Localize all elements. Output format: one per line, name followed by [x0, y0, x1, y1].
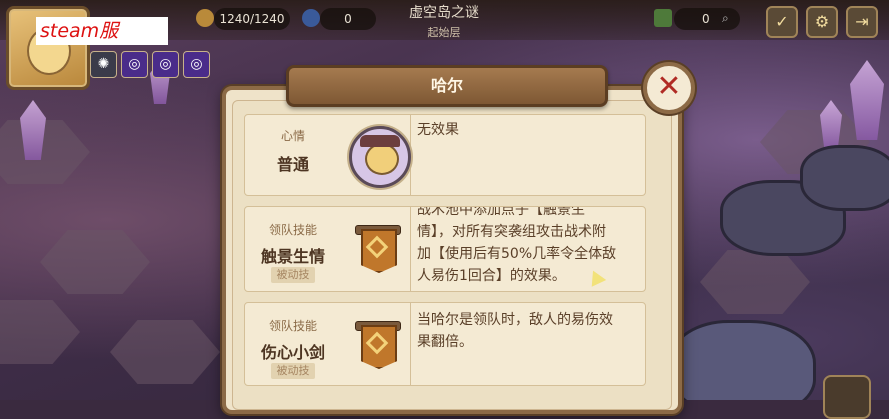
- passive-tag: 被动技: [271, 363, 315, 379]
- quest-button[interactable]: ✓: [766, 6, 798, 38]
- skill-desc: 当哈尔是领队时，敌人的易伤效 果翻倍。: [417, 309, 637, 353]
- gem-counter: 0: [320, 8, 376, 30]
- corner-action-button[interactable]: [823, 375, 871, 419]
- map-title: 虚空岛之谜: [409, 5, 479, 21]
- skill-row: 领队技能 伤心小剑 被动技 当哈尔是领队时，敌人的易伤效 果翻倍。: [244, 302, 646, 386]
- gear-icon: ⚙: [814, 12, 830, 31]
- map-subtitle: 起始层: [427, 26, 461, 39]
- portrait-hat: [360, 135, 400, 147]
- hex-tile: [110, 320, 220, 384]
- buff-icon-sun[interactable]: ✺: [90, 51, 117, 78]
- passive-tag: 被动技: [271, 267, 315, 283]
- mood-effect: 无效果: [417, 122, 459, 138]
- mood-value: 普通: [276, 155, 309, 174]
- mood-row: 心情 普通 无效果: [244, 114, 646, 196]
- skill-banner-icon: [355, 319, 401, 369]
- desc-line: 战术池中添加点子【触景生: [417, 207, 585, 218]
- hex-tile: [700, 250, 810, 314]
- skill-name: 触景生情: [260, 247, 325, 266]
- steam-label: steam服: [36, 17, 168, 45]
- gem-icon: [302, 9, 320, 27]
- exit-button[interactable]: ⇥: [846, 6, 878, 38]
- desc-line: 加【使用后有50%几率令全体敌: [417, 246, 617, 262]
- buff-icon-swirl[interactable]: ◎: [183, 51, 210, 78]
- dialog-title: 哈尔: [286, 65, 608, 107]
- skill-caption: 领队技能: [268, 319, 317, 333]
- rock: [800, 145, 889, 211]
- skill-left-cell: 领队技能 触景生情 被动技: [245, 207, 411, 291]
- energy-counter: 1240/1240: [214, 8, 290, 30]
- close-icon: ✕: [656, 69, 682, 104]
- hex-tile: [0, 300, 80, 364]
- buff-icon-swirl[interactable]: ◎: [121, 51, 148, 78]
- search-icon[interactable]: ⌕: [722, 11, 736, 25]
- energy-icon: [196, 9, 214, 27]
- skill-caption: 领队技能: [268, 223, 317, 237]
- character-portrait: [349, 126, 411, 188]
- skill-row: 领队技能 触景生情 被动技 战术池中添加点子【触景生 情】，对所有突袭组攻击战术…: [244, 206, 646, 292]
- desc-line: 情】，对所有突袭组攻击战术附: [417, 224, 606, 240]
- hex-tile: [0, 120, 90, 184]
- hex-tile: [40, 230, 150, 294]
- exit-icon: ⇥: [855, 12, 869, 31]
- skill-left-cell: 领队技能 伤心小剑 被动技: [245, 303, 411, 385]
- portrait-face: [365, 143, 399, 175]
- mood-left-cell: 心情 普通: [245, 115, 411, 195]
- settings-button[interactable]: ⚙: [806, 6, 838, 38]
- desc-line: 果翻倍。: [417, 334, 473, 350]
- map-title-box: 虚空岛之谜 起始层: [378, 0, 510, 40]
- mood-caption: 心情: [280, 129, 305, 143]
- skill-name: 伤心小剑: [260, 343, 325, 362]
- rune-stone: [670, 320, 816, 400]
- chest-icon: [654, 9, 672, 27]
- skill-banner-icon: [355, 223, 401, 273]
- desc-line: 当哈尔是领队时，敌人的易伤效: [417, 312, 613, 328]
- close-button[interactable]: ✕: [643, 62, 695, 114]
- buff-icon-swirl[interactable]: ◎: [152, 51, 179, 78]
- clipboard-icon: ✓: [775, 12, 789, 31]
